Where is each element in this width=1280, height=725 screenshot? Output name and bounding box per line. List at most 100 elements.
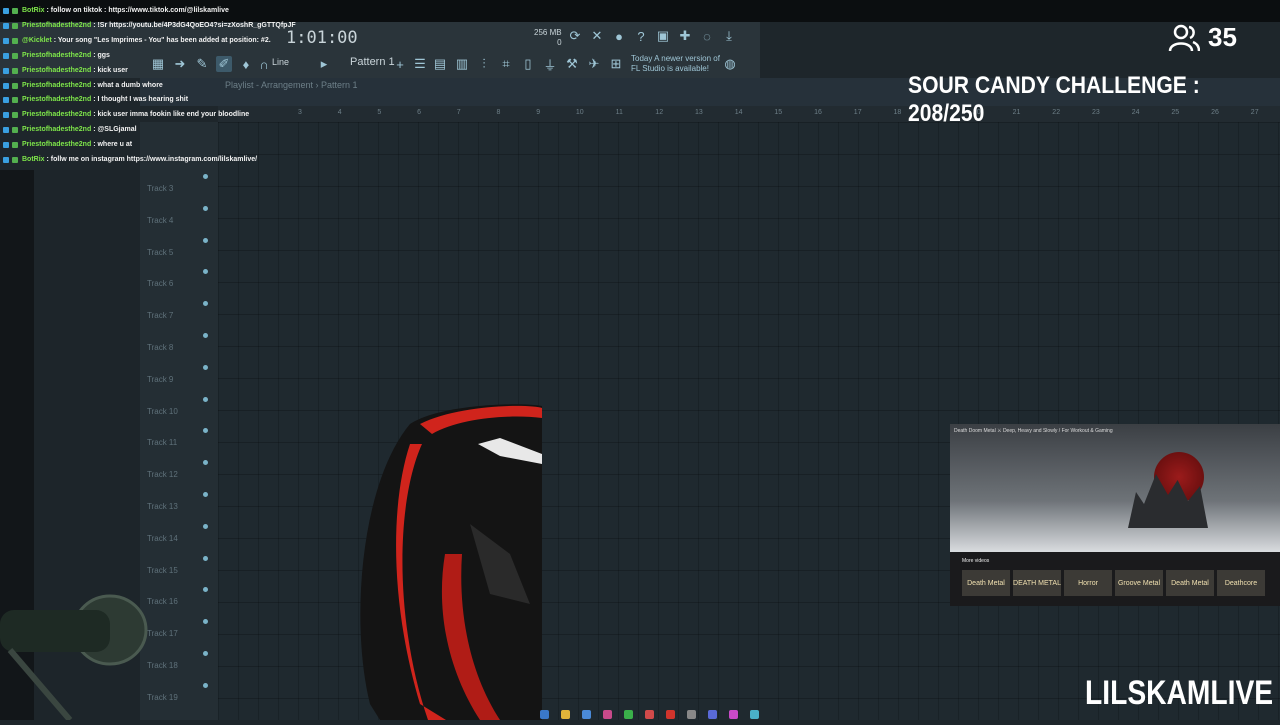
app-icon[interactable] [750,709,759,719]
badge-icon [12,97,18,104]
track-mute-button[interactable] [203,396,208,402]
chat-username[interactable]: Priestofhadesthe2nd [22,111,91,118]
track-mute-button[interactable] [203,651,208,656]
chat-username[interactable]: Priestofhadesthe2nd [22,82,91,89]
track-mute-button[interactable] [203,333,208,338]
app-icon[interactable] [645,709,654,719]
app-icon[interactable] [708,709,717,719]
video-thumb[interactable]: Death Metal [1166,570,1214,596]
send-icon[interactable]: ✈ [586,56,602,72]
save-icon[interactable]: ▣ [655,28,671,44]
badge-icon [12,127,18,134]
track-label[interactable]: Track 6 [147,279,173,288]
mod-icon [3,157,9,164]
chat-text: : I thought I was hearing shit [91,96,189,104]
track-label[interactable]: Track 11 [147,438,177,447]
mic-icon[interactable]: ● [611,28,627,44]
track-label[interactable]: Track 15 [147,566,178,575]
ruler-bar-number: 27 [1250,109,1259,116]
video-thumb[interactable]: Deathcore [1217,570,1265,596]
ruler-bar-number: 10 [575,109,584,116]
track-mute-button[interactable] [203,174,208,179]
chat-username[interactable]: Priestofhadesthe2nd [22,96,91,103]
help-icon[interactable]: ? [633,28,649,44]
track-label[interactable]: Track 3 [147,184,173,193]
globe-icon[interactable]: ◍ [722,56,738,72]
app-icon[interactable] [624,709,633,719]
track-label[interactable]: Track 5 [147,248,173,257]
ruler-bar-number: 9 [536,109,541,116]
folder-icon[interactable] [561,709,570,719]
browser-icon[interactable]: ⌗ [498,56,514,72]
chat-username[interactable]: @Kicklet [22,37,52,44]
track-label[interactable]: Track 12 [147,470,178,479]
video-thumb[interactable]: Death Metal [962,570,1010,596]
badge-icon [12,37,18,44]
plugin-icon[interactable]: ✚ [677,28,693,44]
chat-icon[interactable]: ◌ [699,28,715,44]
track-label[interactable]: Track 18 [147,661,178,670]
track-mute-button[interactable] [203,523,208,529]
chat-username[interactable]: Priestofhadesthe2nd [22,67,91,74]
tool-icon[interactable]: ⚒ [564,56,580,72]
track-label[interactable]: Track 16 [147,597,178,606]
track-mute-button[interactable] [203,364,208,370]
track-label[interactable]: Track 10 [147,407,178,416]
piano-roll-icon[interactable]: ▤ [432,56,448,72]
stream-chat: BotRix : follow on tiktok : https://www.… [0,4,420,168]
chat-text: : Your song "Les Imprimes - You" has bee… [51,36,271,44]
chat-username[interactable]: Priestofhadesthe2nd [22,126,91,133]
video-thumb[interactable]: DEATH METAL [1013,570,1061,596]
track-label[interactable]: Track 9 [147,375,173,384]
store-icon[interactable] [582,709,591,719]
update-notice[interactable]: Today A newer version of FL Studio is av… [631,54,720,74]
video-thumb[interactable]: Groove Metal [1115,570,1163,596]
track-mute-button[interactable] [203,682,208,688]
chat-username[interactable]: BotRix [22,156,45,163]
app-icon[interactable] [603,709,612,719]
chat-message: Priestofhadesthe2nd : !Sr https://youtu.… [0,19,420,34]
chat-username[interactable]: Priestofhadesthe2nd [22,22,91,29]
track-label[interactable]: Track 19 [147,693,178,702]
track-mute-button[interactable] [203,205,208,211]
mixer-icon[interactable]: ⫶ [476,56,492,72]
wait-icon[interactable]: ✕ [589,28,605,44]
metronome-icon[interactable]: ⟳ [567,28,583,44]
channel-rack-icon[interactable]: ▥ [454,56,470,72]
track-label[interactable]: Track 4 [147,216,173,225]
file-icon[interactable]: ▯ [520,56,536,72]
badge-icon [12,82,18,89]
video-thumbnail[interactable] [950,424,1280,552]
ruler-bar-number: 17 [853,109,862,116]
chat-username[interactable]: BotRix [22,7,45,14]
chat-username[interactable]: Priestofhadesthe2nd [22,52,91,59]
chat-text: : @SLGjamal [91,126,137,134]
track-label[interactable]: Track 13 [147,502,178,511]
video-title[interactable]: Death Doom Metal ⚔ Deep, Heavy and Slowl… [954,428,1113,434]
track-label[interactable]: Track 8 [147,343,173,352]
track-mute-button[interactable] [203,492,208,497]
track-mute-button[interactable] [203,555,208,561]
chat-text: : ggs [91,51,110,59]
mod-icon [3,127,9,134]
app-icon[interactable] [666,709,675,719]
chat-username[interactable]: Priestofhadesthe2nd [22,141,91,148]
app-icon[interactable] [729,709,738,719]
cart-icon[interactable]: ⊞ [608,56,624,72]
badge-icon [12,22,18,29]
video-player[interactable]: Death Doom Metal ⚔ Deep, Heavy and Slowl… [950,424,1280,606]
track-mute-button[interactable] [203,237,208,243]
taskbar-app-icon[interactable] [540,709,549,719]
plug-icon[interactable]: ⏚ [542,56,558,73]
track-label[interactable]: Track 17 [147,629,178,638]
track-label[interactable]: Track 7 [147,311,173,320]
chat-text: : !Sr https://youtu.be/4P3dG4QoEO4?si=zX… [91,21,296,29]
download-icon[interactable]: ⤓ [721,28,737,44]
ruler-bar-number: 18 [893,109,902,116]
chat-message: Priestofhadesthe2nd : I thought I was he… [0,93,420,108]
video-thumb[interactable]: Horror [1064,570,1112,596]
ruler-bar-number: 12 [655,109,664,116]
more-videos-row: Death Metal DEATH METAL Horror Groove Metal… [962,570,1265,596]
app-icon[interactable] [687,709,696,719]
track-label[interactable]: Track 14 [147,534,178,543]
